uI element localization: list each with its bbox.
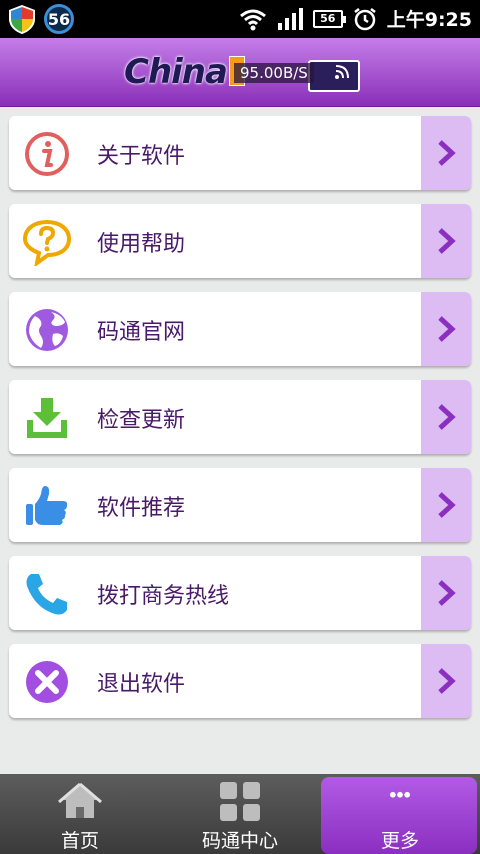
menu-item-label: 检查更新 [97,408,186,433]
status-bar: 56 56 上午9:25 [0,0,480,38]
phone-icon [26,574,67,615]
tab-home[interactable]: 首页 [0,774,160,854]
chevron-right-icon [421,380,471,454]
grid-icon [220,782,260,821]
logo-text: China [124,52,228,92]
more-menu-list: 关于软件 使用帮助 码通官网 检查更新 软件推荐 拨打商务热线 退出软件 [9,116,471,732]
bottom-tab-bar: 首页 码通中心 更多 [0,774,480,854]
menu-item-website[interactable]: 码通官网 [9,292,471,366]
battery-level: 56 [320,12,336,25]
menu-item-check-update[interactable]: 检查更新 [9,380,471,454]
chevron-right-icon [421,116,471,190]
signal-icon [277,7,303,30]
alarm-clock-icon [353,7,376,30]
info-icon [25,132,69,176]
tab-more[interactable]: 更多 [320,774,480,854]
tab-label: 首页 [60,830,99,852]
tab-label: 码通中心 [201,830,278,852]
menu-item-label: 关于软件 [97,144,186,169]
menu-item-label: 码通官网 [97,320,186,345]
net-speed-overlay: 95.00B/S [234,63,314,83]
menu-item-exit[interactable]: 退出软件 [9,644,471,718]
download-icon [27,398,67,438]
tab-code-center[interactable]: 码通中心 [160,774,320,854]
close-icon [26,661,68,703]
tab-label: 更多 [380,830,419,852]
menu-item-help[interactable]: 使用帮助 [9,204,471,278]
menu-item-label: 软件推荐 [97,496,186,521]
menu-item-business-hotline[interactable]: 拨打商务热线 [9,556,471,630]
chevron-right-icon [421,204,471,278]
help-icon [23,219,71,266]
chevron-right-icon [421,468,471,542]
chevron-right-icon [421,644,471,718]
menu-item-about[interactable]: 关于软件 [9,116,471,190]
home-icon [58,782,102,818]
more-icon [390,791,410,798]
globe-icon [26,309,68,351]
wifi-icon [239,9,266,30]
thumbs-up-icon [26,486,68,525]
clock-time: 上午9:25 [386,9,472,31]
menu-item-label: 拨打商务热线 [97,584,230,609]
chevron-right-icon [421,556,471,630]
app-logo: China [124,52,245,92]
notification-badge: 56 [44,4,74,34]
shield-icon [9,5,35,34]
menu-item-label: 使用帮助 [97,232,186,257]
chevron-right-icon [421,292,471,366]
app-header: China 95.00B/S [0,38,480,107]
rss-icon [335,65,349,79]
menu-item-recommend[interactable]: 软件推荐 [9,468,471,542]
battery-icon: 56 [312,9,346,28]
menu-item-label: 退出软件 [97,672,186,697]
